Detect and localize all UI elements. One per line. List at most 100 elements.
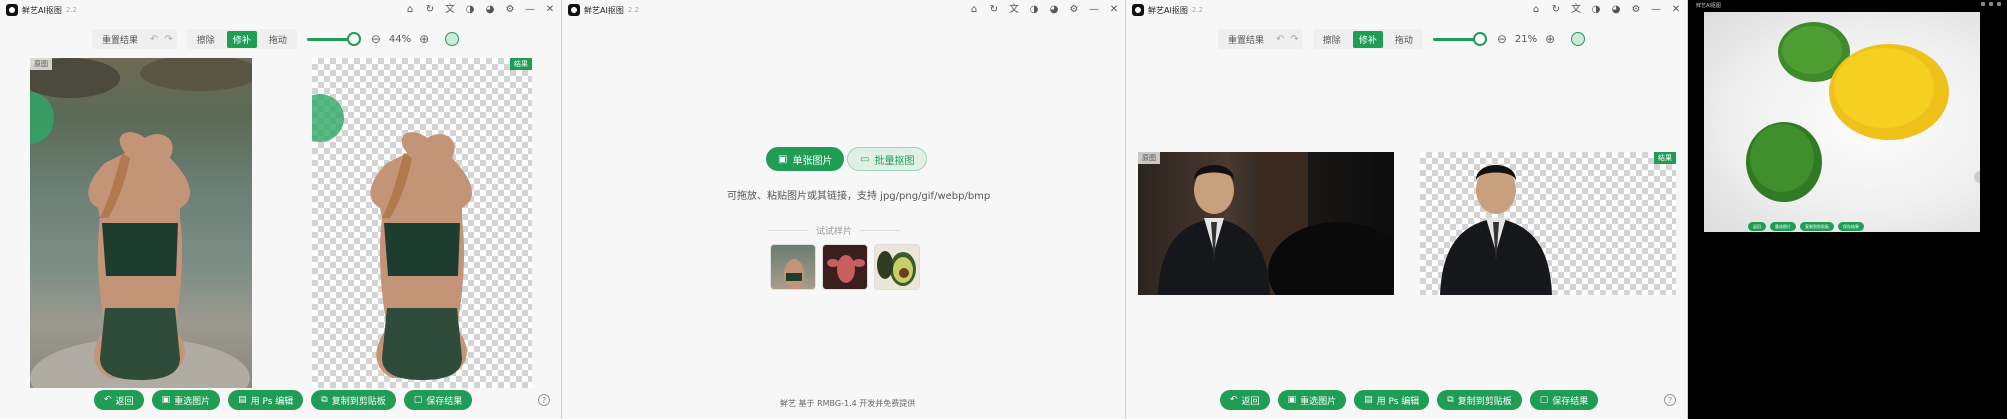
save-button[interactable]: ▢ 保存结果 [403, 390, 473, 410]
app-title: 鲜艺AI抠图 [1696, 3, 1721, 9]
home-icon[interactable]: ⌂ [1529, 3, 1543, 17]
settings-icon[interactable]: ⚙ [1629, 3, 1643, 17]
close-icon[interactable]: ✕ [543, 3, 557, 17]
app-window-2: 鲜艺AI抠图 2.2 ⌂ ↻ 文 ◑ ◕ ⚙ — ✕ ▣ 单张图片 ▭ 批量抠图 可… [562, 0, 1126, 419]
result-image-panel[interactable]: 结果 [312, 58, 532, 388]
translate-icon[interactable]: 文 [1569, 3, 1583, 17]
fruit-photo[interactable] [1704, 12, 1980, 232]
cutout-result [1440, 165, 1552, 295]
back-button[interactable]: ↶ 返回 [1220, 390, 1270, 410]
back-button[interactable]: ↶ 返回 [94, 390, 144, 410]
app-logo-icon [568, 4, 580, 16]
back-icon: ↶ [104, 395, 112, 405]
title-bar-icons: ⌂ ↻ 文 ◑ ◕ ⚙ — ✕ [967, 3, 1121, 17]
open-ps-button[interactable]: ▤ 用 Ps 编辑 [1354, 390, 1430, 410]
help-icon[interactable]: ? [1664, 394, 1676, 406]
sync-icon[interactable]: ↻ [1549, 3, 1563, 17]
undo-icon[interactable]: ↶ [150, 34, 158, 45]
single-image-button[interactable]: ▣ 单张图片 [766, 147, 845, 171]
minimize-icon[interactable]: — [1649, 3, 1663, 17]
background-color-swatch[interactable] [1571, 32, 1586, 46]
close-icon[interactable]: ✕ [1107, 3, 1121, 17]
redo-icon[interactable]: ↷ [164, 34, 172, 45]
copy-button[interactable]: ⧉ 复制到剪贴板 [311, 390, 396, 410]
contrast-icon[interactable]: ◑ [1027, 3, 1041, 17]
mini-copy-button[interactable]: 复制到剪贴板 [1800, 222, 1834, 231]
translate-icon[interactable]: 文 [443, 3, 457, 17]
undo-icon[interactable]: ↶ [1276, 34, 1284, 45]
app-title: 鲜艺AI抠图 [584, 5, 624, 15]
mode-erase-button[interactable]: 擦除 [1317, 31, 1347, 48]
window-controls[interactable] [1981, 2, 2001, 6]
brush-size-slider[interactable] [306, 32, 361, 46]
mode-repair-button[interactable]: 修补 [1352, 30, 1383, 48]
reselect-button[interactable]: ▣ 重选图片 [1277, 390, 1347, 410]
brush-size-slider[interactable] [1432, 32, 1487, 46]
title-bar: 鲜艺AI抠图 [1688, 0, 2007, 11]
close-icon[interactable]: ✕ [1669, 3, 1683, 17]
title-bar-icons: ⌂ ↻ 文 ◑ ◕ ⚙ — ✕ [1529, 3, 1683, 17]
reselect-button[interactable]: ▣ 重选图片 [151, 390, 221, 410]
help-icon[interactable]: ? [538, 394, 550, 406]
image-icon: ▣ [1287, 395, 1297, 405]
palette-icon[interactable]: ◕ [483, 3, 497, 17]
zoom-in-icon[interactable]: ⊕ [1545, 32, 1555, 46]
background-color-swatch[interactable] [445, 32, 460, 46]
zoom-level: 44% [388, 33, 412, 45]
sync-icon[interactable]: ↻ [987, 3, 1001, 17]
save-button[interactable]: ▢ 保存结果 [1529, 390, 1599, 410]
sample-avocado[interactable] [874, 244, 920, 290]
mode-repair-button[interactable]: 修补 [226, 30, 257, 48]
mini-reselect-button[interactable]: 重选图片 [1770, 222, 1796, 231]
reset-button[interactable]: 重置结果 [96, 31, 144, 48]
sample-woman[interactable] [770, 244, 816, 290]
sample-bodybuilder[interactable] [822, 244, 868, 290]
contrast-icon[interactable]: ◑ [463, 3, 477, 17]
lemons-limes-image [1746, 22, 1980, 202]
app-window-1: 鲜艺AI抠图 2.2 ⌂ ↻ 文 ◑ ◕ ⚙ — ✕ 重置结果 ↶ ↷ 擦除 修… [0, 0, 562, 419]
zoom-out-icon[interactable]: ⊖ [371, 32, 381, 46]
batch-button[interactable]: ▭ 批量抠图 [847, 147, 928, 171]
minimize-icon[interactable]: — [1087, 3, 1101, 17]
original-tag: 原图 [30, 58, 52, 70]
translate-icon[interactable]: 文 [1007, 3, 1021, 17]
app-version: 2.2 [1191, 6, 1203, 14]
title-bar-icons: ⌂ ↻ 文 ◑ ◕ ⚙ — ✕ [403, 3, 557, 17]
palette-icon[interactable]: ◕ [1047, 3, 1061, 17]
contrast-icon[interactable]: ◑ [1589, 3, 1603, 17]
mode-erase-button[interactable]: 擦除 [191, 31, 221, 48]
copy-button[interactable]: ⧉ 复制到剪贴板 [1437, 390, 1522, 410]
home-icon[interactable]: ⌂ [403, 3, 417, 17]
minimize-icon[interactable]: — [523, 3, 537, 17]
settings-icon[interactable]: ⚙ [503, 3, 517, 17]
app-logo-icon [1132, 4, 1144, 16]
mode-drag-button[interactable]: 拖动 [263, 31, 293, 48]
settings-icon[interactable]: ⚙ [1067, 3, 1081, 17]
man-photo [1158, 152, 1394, 295]
palette-icon[interactable]: ◕ [1609, 3, 1623, 17]
title-bar: 鲜艺AI抠图 2.2 ⌂ ↻ 文 ◑ ◕ ⚙ — ✕ [562, 0, 1125, 20]
history-group: 重置结果 ↶ ↷ [1218, 29, 1303, 49]
history-group: 重置结果 ↶ ↷ [92, 29, 177, 49]
desktop: 鲜艺AI抠图 2.2 ⌂ ↻ 文 ◑ ◕ ⚙ — ✕ 重置结果 ↶ ↷ 擦除 修… [0, 0, 2007, 419]
home-icon[interactable]: ⌂ [967, 3, 981, 17]
result-tag: 结果 [1654, 152, 1676, 164]
zoom-out-icon[interactable]: ⊖ [1497, 32, 1507, 46]
mode-drag-button[interactable]: 拖动 [1389, 31, 1419, 48]
mini-save-button[interactable]: 保存结果 [1838, 222, 1864, 231]
open-ps-button[interactable]: ▤ 用 Ps 编辑 [228, 390, 304, 410]
redo-icon[interactable]: ↷ [1290, 34, 1298, 45]
result-image-panel[interactable]: 结果 [1420, 152, 1676, 295]
mode-group: 擦除 修补 拖动 [186, 29, 297, 49]
folder-icon: ▭ [860, 153, 870, 165]
original-image-panel[interactable]: 原图 [1138, 152, 1394, 295]
mini-back-button[interactable]: 返回 [1748, 222, 1766, 231]
zoom-in-icon[interactable]: ⊕ [419, 32, 429, 46]
image-icon: ▣ [161, 395, 171, 405]
sync-icon[interactable]: ↻ [423, 3, 437, 17]
copy-icon: ⧉ [1447, 395, 1454, 405]
reset-button[interactable]: 重置结果 [1222, 31, 1270, 48]
copy-icon: ⧉ [321, 395, 328, 405]
result-tag: 结果 [510, 58, 532, 70]
original-image-panel[interactable]: 原图 [30, 58, 252, 388]
